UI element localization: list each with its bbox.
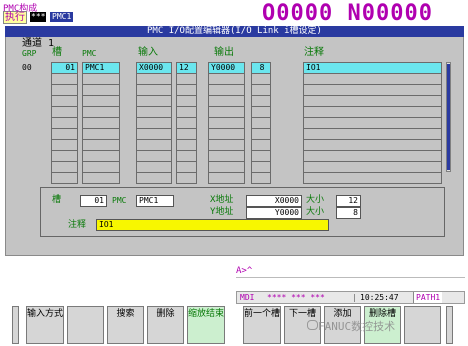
- key-input-line[interactable]: A>^: [236, 266, 465, 278]
- col-slot: 槽: [52, 47, 62, 58]
- detail-x-size-field[interactable]: 12: [336, 195, 361, 207]
- detail-y-size-label: 大小: [306, 207, 325, 217]
- table-cell[interactable]: [208, 172, 245, 184]
- wechat-icon: [307, 320, 318, 330]
- cell-x-addr[interactable]: X0000: [136, 62, 172, 74]
- cell-comment[interactable]: IO1: [303, 62, 442, 74]
- col-output: 输出: [214, 47, 234, 58]
- col-comment: 注释: [304, 47, 324, 58]
- col-pmc: PMC: [82, 49, 97, 58]
- col-input: 输入: [138, 47, 158, 58]
- table-row-grp: 00: [22, 63, 32, 72]
- softkey-search[interactable]: 搜索: [107, 306, 144, 344]
- table-cell[interactable]: [251, 172, 271, 184]
- detail-y-addr-field[interactable]: Y0000: [246, 207, 302, 219]
- detail-pmc-field[interactable]: PMC1: [136, 195, 174, 207]
- cell-y-addr[interactable]: Y0000: [208, 62, 245, 74]
- softkey-zoom-end[interactable]: 缩放结束: [187, 306, 225, 344]
- status-mode: MDI: [240, 293, 255, 302]
- status-path: PATH1: [413, 292, 443, 303]
- detail-x-addr-label: X地址: [210, 195, 234, 205]
- cell-y-size[interactable]: 8: [251, 62, 271, 74]
- status-bar: MDI **** *** *** | 10:25:47 PATH1: [236, 291, 465, 304]
- exec-status-stars: ***: [30, 12, 47, 22]
- detail-slot-label: 槽: [52, 195, 62, 205]
- softkey-right-arrow[interactable]: [446, 306, 453, 344]
- table-cell[interactable]: [303, 172, 442, 184]
- detail-x-size-label: 大小: [306, 195, 325, 205]
- program-number: O0000 N00000: [262, 1, 433, 26]
- detail-comment-label: 注释: [68, 220, 87, 230]
- exec-status-label: 执行: [3, 11, 27, 24]
- softkey-blank[interactable]: [67, 306, 104, 344]
- detail-y-size-field[interactable]: 8: [336, 207, 361, 219]
- watermark: FANUC数控技术: [318, 320, 396, 333]
- scrollbar-thumb[interactable]: [447, 64, 450, 170]
- status-time: 10:25:47: [360, 293, 399, 302]
- detail-slot-field[interactable]: 01: [80, 195, 107, 207]
- softkey-input-mode[interactable]: 输入方式: [26, 306, 64, 344]
- detail-pmc-label: PMC: [112, 196, 127, 205]
- cell-slot[interactable]: 01: [51, 62, 78, 74]
- table-cell[interactable]: [176, 172, 197, 184]
- detail-comment-field[interactable]: IO1: [96, 219, 329, 231]
- table-cell[interactable]: [51, 172, 78, 184]
- detail-x-addr-field[interactable]: X0000: [246, 195, 302, 207]
- softkey-delete[interactable]: 删除: [147, 306, 184, 344]
- col-grp: GRP: [22, 49, 37, 58]
- cell-x-size[interactable]: 12: [176, 62, 197, 74]
- exec-pmc-name: PMC1: [50, 12, 74, 22]
- status-stars: **** *** ***: [267, 293, 325, 302]
- editor-header: PMC I/O配置编辑器(I/O Link i槽设定): [5, 26, 464, 37]
- table-cell[interactable]: [136, 172, 172, 184]
- table-cell[interactable]: [82, 172, 120, 184]
- softkey-left-arrow[interactable]: [12, 306, 19, 344]
- cell-pmc[interactable]: PMC1: [82, 62, 120, 74]
- softkey-blank-2[interactable]: [404, 306, 441, 344]
- status-separator: |: [352, 293, 357, 302]
- detail-y-addr-label: Y地址: [210, 207, 234, 217]
- softkey-prev-slot[interactable]: 前一个槽: [243, 306, 281, 344]
